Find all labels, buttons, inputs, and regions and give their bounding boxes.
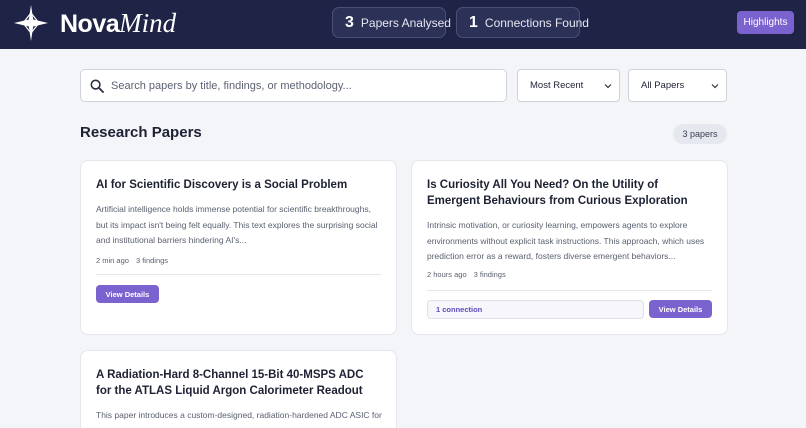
- chevron-down-icon: [711, 84, 719, 89]
- paper-meta: 2 min ago 3 findings: [96, 256, 168, 265]
- paper-filter-value: All Papers: [641, 80, 685, 91]
- paper-meta: 2 hours ago 3 findings: [427, 270, 506, 279]
- logo-text-bold: Nova: [60, 10, 120, 38]
- logo-text-italic: Mind: [119, 8, 177, 38]
- sort-select[interactable]: Most Recent: [517, 69, 620, 102]
- search-input[interactable]: [111, 70, 501, 101]
- card-divider: [427, 290, 712, 291]
- paper-filter-select[interactable]: All Papers: [628, 69, 727, 102]
- paper-findings-count: 3 findings: [473, 270, 506, 279]
- paper-title: A Radiation-Hard 8-Channel 15-Bit 40-MSP…: [96, 369, 364, 397]
- paper-card[interactable]: A Radiation-Hard 8-Channel 15-Bit 40-MSP…: [80, 350, 397, 428]
- paper-count-badge: 3 papers: [673, 124, 727, 144]
- paper-title: Is Curiosity All You Need? On the Utilit…: [427, 179, 688, 207]
- paper-time: 2 hours ago: [427, 270, 467, 279]
- connection-badge[interactable]: 1 connection: [427, 300, 644, 319]
- connections-found-stat: 1 Connections Found: [456, 7, 589, 38]
- paper-card[interactable]: AI for Scientific Discovery is a Social …: [80, 160, 397, 335]
- card-divider: [96, 274, 381, 275]
- connections-found-count: 1: [469, 13, 478, 31]
- paper-title: AI for Scientific Discovery is a Social …: [96, 179, 348, 191]
- papers-analysed-stat: 3 Papers Analysed: [332, 7, 451, 38]
- paper-summary: Artificial intelligence holds immense po…: [96, 204, 378, 245]
- search-box: [80, 69, 507, 102]
- connections-found-label: Connections Found: [484, 15, 589, 30]
- paper-summary: This paper introduces a custom-designed,…: [96, 410, 382, 428]
- paper-summary: Intrinsic motivation, or curiosity learn…: [427, 220, 705, 261]
- papers-analysed-count: 3: [345, 13, 354, 31]
- search-icon: [90, 79, 104, 93]
- sparkle-star-icon: [14, 5, 48, 41]
- papers-analysed-label: Papers Analysed: [360, 15, 451, 30]
- app-logo[interactable]: NovaMind: [60, 8, 176, 38]
- view-details-button[interactable]: View Details: [96, 285, 159, 303]
- paper-findings-count: 3 findings: [135, 256, 169, 265]
- paper-time: 2 min ago: [96, 256, 129, 265]
- chevron-down-icon: [604, 84, 612, 89]
- view-details-button[interactable]: View Details: [649, 300, 712, 318]
- section-title: Research Papers: [80, 124, 202, 141]
- top-navigation-bar: NovaMind 3 Papers Analysed 1 Connections…: [0, 0, 806, 49]
- highlights-button[interactable]: Highlights: [737, 11, 794, 34]
- sort-select-value: Most Recent: [530, 80, 584, 91]
- paper-card[interactable]: Is Curiosity All You Need? On the Utilit…: [411, 160, 728, 335]
